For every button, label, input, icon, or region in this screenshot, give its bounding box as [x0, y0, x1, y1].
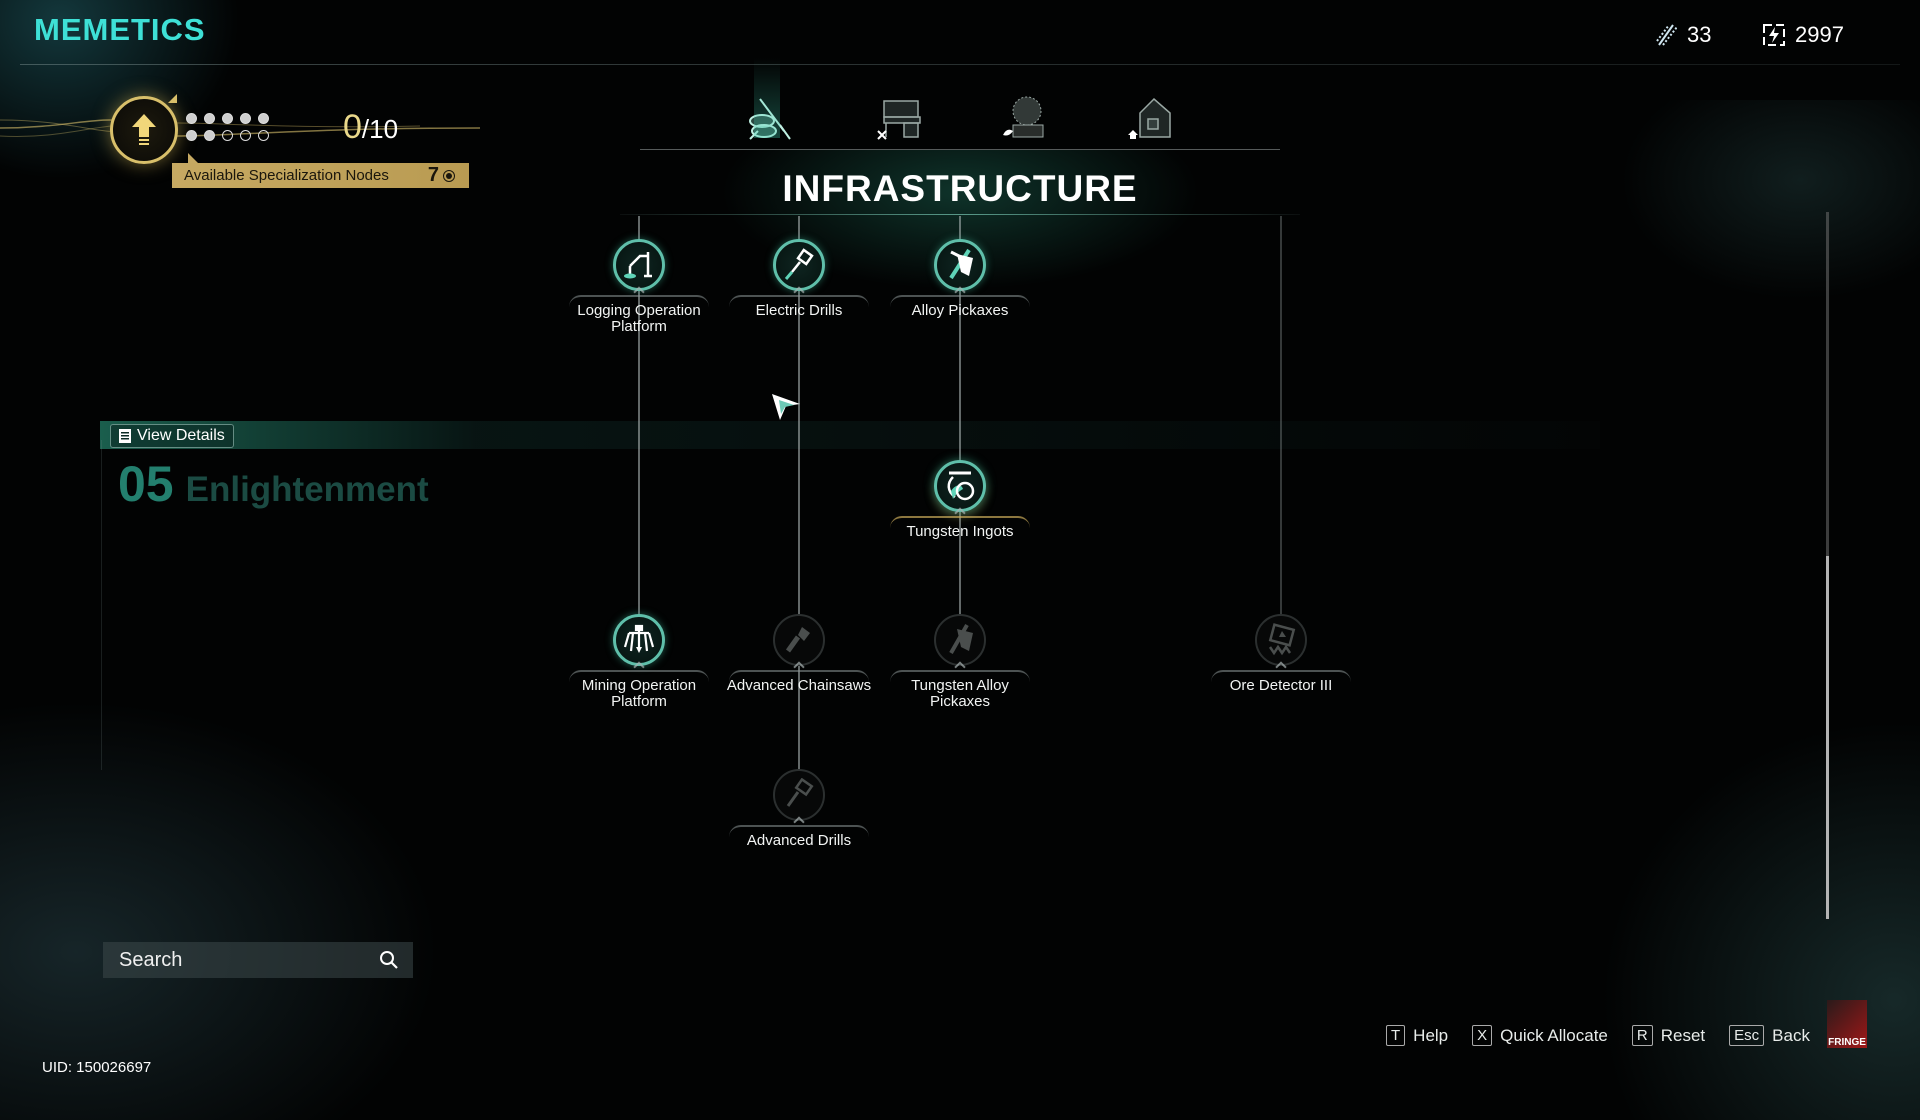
level-dot [186, 113, 197, 124]
node-brace [569, 295, 709, 307]
tier-header-bar [100, 421, 1600, 449]
back-button[interactable]: Esc Back [1729, 1025, 1810, 1046]
reset-button[interactable]: R Reset [1631, 1025, 1706, 1046]
energy-count: 2997 [1795, 22, 1844, 47]
tier-name: Enlightenment [185, 470, 429, 509]
ingot-icon [934, 460, 986, 512]
level-dot [204, 130, 215, 141]
node-brace [890, 295, 1030, 307]
logo-text: FRINGE [1828, 1037, 1866, 1048]
electric-drill-icon [773, 239, 825, 291]
skill-node-advanced-drills[interactable]: Advanced Drills [719, 769, 879, 849]
node-brace [729, 825, 869, 837]
tier-divider [101, 440, 102, 770]
node-brace [729, 295, 869, 307]
view-details-button[interactable]: View Details [110, 424, 234, 448]
header-divider [20, 64, 1900, 65]
tab-workbench[interactable] [870, 88, 930, 146]
level-dot [204, 113, 215, 124]
chainsaw-logs-icon [749, 98, 791, 140]
level-dot [258, 130, 269, 141]
key-cap: Esc [1729, 1025, 1765, 1046]
search-box[interactable] [103, 942, 413, 978]
node-label: Tungsten Alloy Pickaxes [911, 677, 1009, 710]
pickaxe-icon [934, 239, 986, 291]
house-icon [1128, 97, 1171, 139]
user-id: UID: 150026697 [42, 1059, 152, 1076]
level-dot [222, 113, 233, 124]
key-label: Back [1772, 1025, 1810, 1045]
node-brace [890, 670, 1030, 682]
node-label: Mining Operation Platform [581, 677, 697, 710]
level-corner-marker [168, 94, 177, 103]
scrollbar-thumb[interactable] [1826, 556, 1829, 919]
streamer-logo: FRINGE [1827, 1000, 1867, 1048]
level-dot [222, 130, 233, 141]
skill-node-tungsten-alloy-pickaxes[interactable]: Tungsten Alloy Pickaxes [880, 614, 1040, 710]
drill-icon [773, 769, 825, 821]
level-dot [186, 130, 197, 141]
tab-housing[interactable] [1120, 88, 1180, 146]
key-cap: T [1386, 1025, 1406, 1046]
skill-node-mining-operation-platform[interactable]: Mining Operation Platform [559, 614, 719, 710]
key-label: Help [1413, 1025, 1449, 1045]
ore-detector-icon [1255, 614, 1307, 666]
workbench-icon [877, 100, 921, 140]
tabs-divider [640, 149, 1280, 150]
search-input[interactable] [117, 947, 351, 973]
search-icon[interactable] [379, 950, 399, 970]
level-progress: 0/10 [343, 108, 398, 147]
plant-icon [1003, 96, 1044, 138]
key-cap: X [1472, 1025, 1493, 1046]
key-label: Quick Allocate [1500, 1025, 1608, 1045]
dna-icon [1655, 24, 1677, 46]
chainsaw-icon [773, 614, 825, 666]
dna-count: 33 [1687, 22, 1712, 47]
node-brace [1211, 670, 1351, 682]
document-icon [119, 429, 131, 443]
skill-node-alloy-pickaxes[interactable]: Alloy Pickaxes [880, 239, 1040, 319]
skill-node-advanced-chainsaws[interactable]: Advanced Chainsaws [719, 614, 879, 694]
level-dots [186, 113, 270, 141]
section-divider [620, 214, 1300, 215]
key-cap: R [1631, 1025, 1653, 1046]
level-dot [240, 113, 251, 124]
skill-node-tungsten-ingots[interactable]: Tungsten Ingots [880, 460, 1040, 540]
page-title: MEMETICS [34, 12, 206, 47]
skill-node-ore-detector-iii[interactable]: Ore Detector III [1201, 614, 1361, 694]
level-dot [240, 130, 251, 141]
level-max: /10 [361, 114, 399, 144]
skill-node-electric-drills[interactable]: Electric Drills [719, 239, 879, 319]
tier-number: 05 [118, 456, 174, 512]
tab-farming[interactable] [995, 88, 1055, 146]
section-title: INFRASTRUCTURE [782, 168, 1138, 209]
mouse-cursor [772, 394, 800, 420]
resource-dna: 33 [1655, 22, 1711, 48]
logging-platform-icon [613, 239, 665, 291]
level-dot [258, 113, 269, 124]
pickaxe-icon [934, 614, 986, 666]
help-button[interactable]: T Help [1386, 1025, 1448, 1046]
key-label: Reset [1660, 1025, 1706, 1045]
node-brace [729, 670, 869, 682]
tree-connector [1280, 216, 1282, 616]
node-brace [890, 516, 1030, 528]
tooltip-tail [188, 153, 198, 163]
quick-allocate-button[interactable]: X Quick Allocate [1472, 1025, 1608, 1046]
level-current: 0 [343, 108, 362, 146]
background-glow [1600, 720, 1920, 1120]
key-hints-bar: T Help X Quick Allocate R Reset Esc Back [1386, 1025, 1810, 1046]
tab-infrastructure[interactable] [740, 58, 800, 146]
skill-node-logging-operation-platform[interactable]: Logging Operation Platform [559, 239, 719, 335]
view-details-label: View Details [137, 427, 225, 444]
node-brace [569, 670, 709, 682]
energy-icon [1763, 24, 1785, 46]
background-glow [0, 700, 440, 1120]
node-label: Logging Operation Platform [577, 302, 701, 335]
level-badge [110, 96, 178, 164]
upgrade-arrow-icon [132, 114, 156, 145]
tier-title: 05 Enlightenment [118, 455, 429, 513]
resource-energy: 2997 [1763, 22, 1844, 48]
mining-platform-icon [613, 614, 665, 666]
